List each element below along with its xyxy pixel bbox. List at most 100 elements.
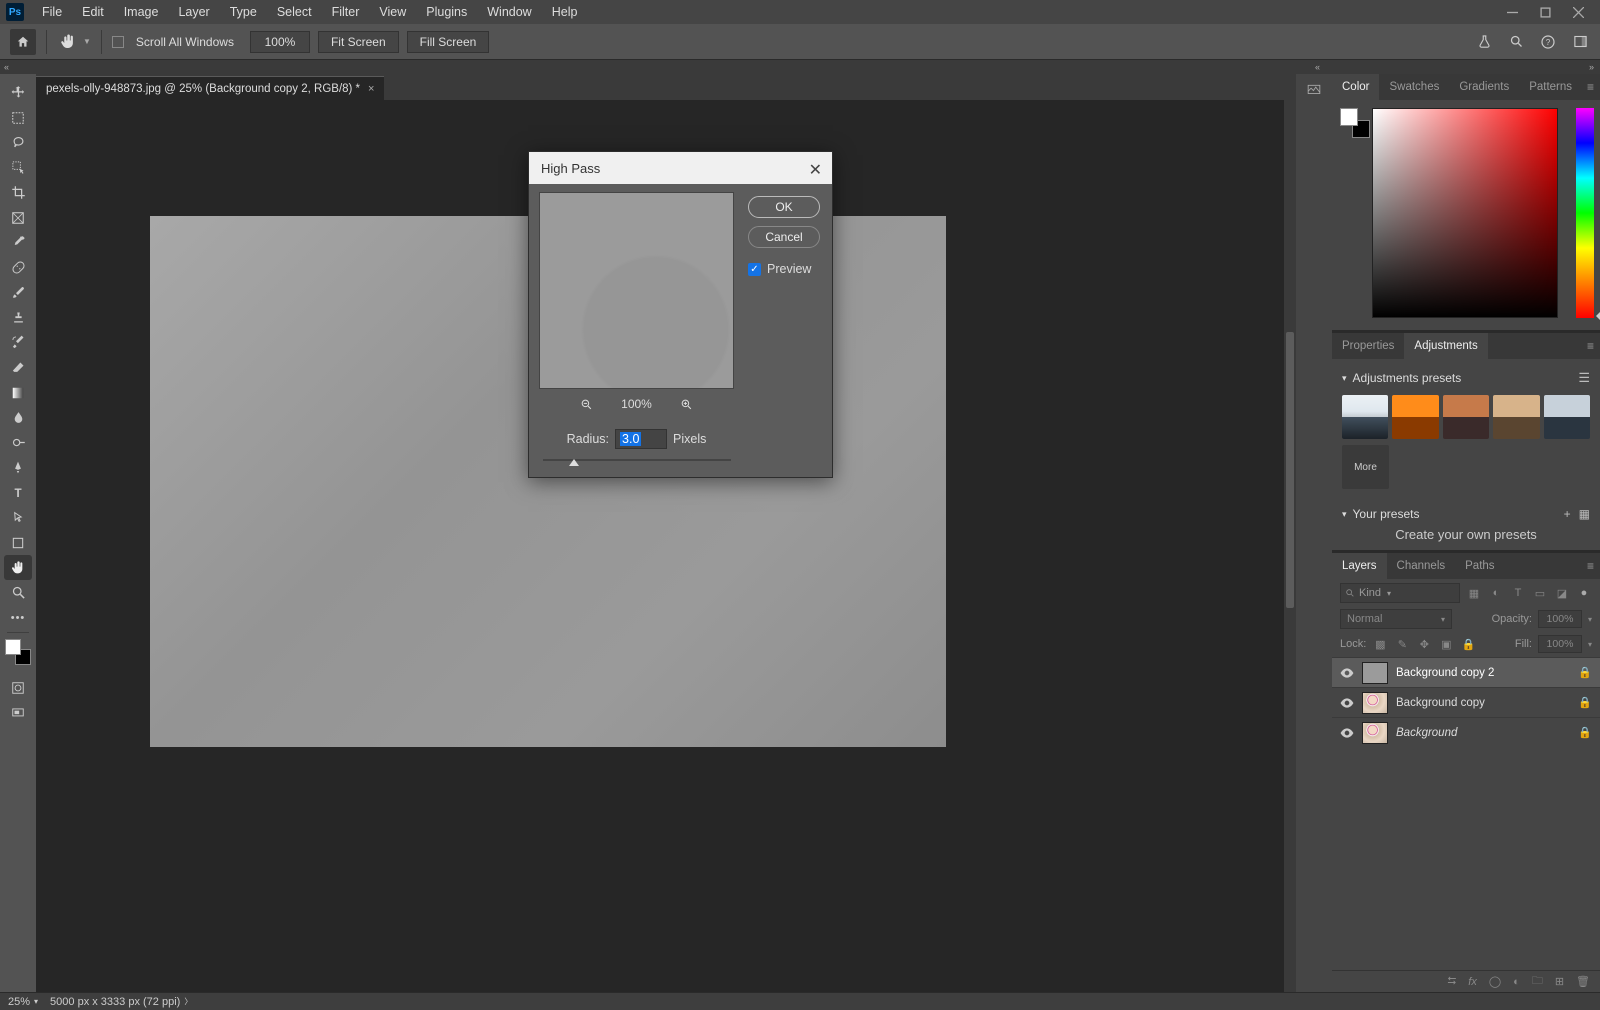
tab-paths[interactable]: Paths	[1455, 553, 1504, 579]
grid-view-icon[interactable]: ▦	[1579, 507, 1590, 521]
zoom-tool[interactable]	[4, 580, 32, 605]
stamp-tool[interactable]	[4, 305, 32, 330]
selection-tool[interactable]	[4, 155, 32, 180]
layer-item[interactable]: Background copy 2 🔒	[1332, 657, 1600, 687]
layer-filter-kind[interactable]: Kind ▾	[1340, 583, 1460, 603]
healing-tool[interactable]	[4, 255, 32, 280]
chevron-down-icon[interactable]: ▾	[1588, 640, 1592, 649]
layer-thumb[interactable]	[1362, 662, 1388, 684]
dialog-preview[interactable]	[539, 192, 734, 389]
lock-icon[interactable]: 🔒	[1578, 696, 1592, 709]
menu-edit[interactable]: Edit	[72, 1, 114, 23]
window-maximize-button[interactable]	[1540, 7, 1551, 18]
menu-select[interactable]: Select	[267, 1, 322, 23]
eyedropper-tool[interactable]	[4, 230, 32, 255]
filter-adjust-icon[interactable]: ◐	[1488, 585, 1504, 601]
list-view-icon[interactable]: ☰	[1578, 370, 1590, 386]
lock-all-icon[interactable]: 🔒	[1460, 636, 1476, 652]
scroll-all-checkbox[interactable]	[112, 36, 124, 48]
history-brush-tool[interactable]	[4, 330, 32, 355]
frame-tool[interactable]	[4, 205, 32, 230]
scrollbar-thumb[interactable]	[1286, 332, 1294, 608]
filter-toggle[interactable]: ●	[1576, 585, 1592, 601]
layer-thumb[interactable]	[1362, 722, 1388, 744]
tab-properties[interactable]: Properties	[1332, 333, 1404, 359]
dodge-tool[interactable]	[4, 430, 32, 455]
layer-item[interactable]: Background copy 🔒	[1332, 687, 1600, 717]
hand-tool-icon[interactable]	[57, 31, 79, 53]
layer-thumb[interactable]	[1362, 692, 1388, 714]
link-layers-icon[interactable]: ⮀	[1447, 975, 1456, 988]
new-layer-icon[interactable]: ⊞	[1555, 975, 1564, 988]
lock-icon[interactable]: 🔒	[1578, 726, 1592, 739]
layer-mask-icon[interactable]: ◯	[1489, 975, 1501, 988]
preset-thumb[interactable]	[1443, 395, 1489, 439]
expand-left-icon[interactable]: «	[4, 62, 9, 72]
fill-field[interactable]: 100%	[1538, 635, 1582, 653]
tab-channels[interactable]: Channels	[1387, 553, 1456, 579]
lasso-tool[interactable]	[4, 130, 32, 155]
cancel-button[interactable]: Cancel	[748, 226, 820, 248]
menu-view[interactable]: View	[369, 1, 416, 23]
zoom-level-field[interactable]: 100%	[250, 31, 310, 53]
status-zoom[interactable]: 25%▾	[8, 996, 38, 1008]
search-icon[interactable]	[1506, 32, 1526, 52]
dialog-title-bar[interactable]: High Pass ✕	[529, 152, 832, 184]
quick-mask-button[interactable]	[4, 675, 32, 700]
dialog-close-button[interactable]: ✕	[809, 160, 822, 180]
preset-thumb[interactable]	[1392, 395, 1438, 439]
preset-thumb[interactable]	[1493, 395, 1539, 439]
fit-screen-button[interactable]: Fit Screen	[318, 31, 399, 53]
vertical-scrollbar[interactable]	[1284, 100, 1296, 992]
filter-shape-icon[interactable]: ▭	[1532, 585, 1548, 601]
menu-plugins[interactable]: Plugins	[416, 1, 477, 23]
screen-mode-button[interactable]	[4, 700, 32, 725]
workspace-switcher-icon[interactable]	[1570, 32, 1590, 52]
radius-input[interactable]: 3.0	[615, 429, 667, 449]
chevron-down-icon[interactable]: ▾	[1588, 615, 1592, 624]
preview-checkbox[interactable]: ✓	[748, 263, 761, 276]
expand-mid-icon[interactable]: «	[1315, 62, 1320, 72]
collapsed-panel-icon[interactable]	[1302, 80, 1326, 100]
help-icon[interactable]: ?	[1538, 32, 1558, 52]
layer-fx-icon[interactable]: fx	[1468, 976, 1477, 988]
tool-preset-dropdown[interactable]: ▼	[83, 37, 91, 46]
path-select-tool[interactable]	[4, 505, 32, 530]
add-preset-icon[interactable]: +	[1564, 507, 1571, 521]
zoom-out-icon[interactable]	[580, 398, 593, 411]
color-field[interactable]	[1372, 108, 1558, 318]
lock-artboard-icon[interactable]: ▣	[1438, 636, 1454, 652]
hand-tool[interactable]	[4, 555, 32, 580]
radius-slider[interactable]	[543, 459, 731, 461]
zoom-in-icon[interactable]	[680, 398, 693, 411]
window-close-button[interactable]	[1573, 7, 1584, 18]
adjustments-presets-header[interactable]: ▾ Adjustments presets ☰	[1342, 371, 1590, 385]
brush-tool[interactable]	[4, 280, 32, 305]
expand-right-icon[interactable]: »	[1589, 62, 1594, 72]
preset-thumb[interactable]	[1342, 395, 1388, 439]
panel-menu-icon[interactable]: ≡	[1587, 339, 1594, 353]
preset-thumb[interactable]	[1544, 395, 1590, 439]
panel-menu-icon[interactable]: ≡	[1587, 559, 1594, 573]
shape-tool[interactable]	[4, 530, 32, 555]
filter-smart-icon[interactable]: ◪	[1554, 585, 1570, 601]
layer-item[interactable]: Background🔒	[1332, 717, 1600, 747]
menu-file[interactable]: File	[32, 1, 72, 23]
new-group-icon[interactable]: 🗀	[1532, 972, 1543, 991]
eraser-tool[interactable]	[4, 355, 32, 380]
visibility-toggle[interactable]	[1340, 728, 1354, 738]
tab-patterns[interactable]: Patterns	[1519, 74, 1582, 100]
more-presets-button[interactable]: More	[1342, 445, 1389, 489]
menu-help[interactable]: Help	[542, 1, 588, 23]
menu-image[interactable]: Image	[114, 1, 169, 23]
tab-color[interactable]: Color	[1332, 74, 1379, 100]
lock-icon[interactable]: 🔒	[1578, 666, 1592, 679]
lock-image-icon[interactable]: ✎	[1394, 636, 1410, 652]
layer-name[interactable]: Background copy	[1396, 697, 1570, 709]
document-tab[interactable]: pexels-olly-948873.jpg @ 25% (Background…	[36, 76, 384, 100]
status-doc-dims[interactable]: 5000 px x 3333 px (72 ppi)〉	[50, 996, 192, 1008]
move-tool[interactable]	[4, 80, 32, 105]
blend-mode-select[interactable]: Normal▾	[1340, 609, 1452, 629]
new-adjustment-icon[interactable]: ◐	[1513, 976, 1520, 988]
layer-name[interactable]: Background copy 2	[1396, 667, 1570, 679]
